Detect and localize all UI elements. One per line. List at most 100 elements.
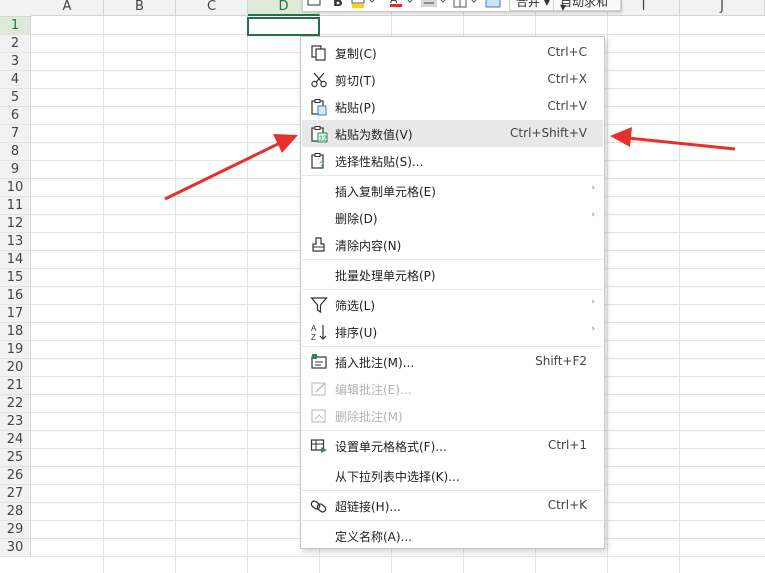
mini-toolbar: B A 合并 ▾ 自动求和 ▾ <box>302 0 622 12</box>
row-header[interactable]: 26 <box>0 467 31 485</box>
merge-button[interactable]: 合并 ▾ <box>509 0 557 11</box>
menu-item-label: 删除(D) <box>335 212 378 226</box>
menu-item-define-name[interactable]: 定义名称(A)... <box>302 522 603 549</box>
annotation-arrow-left <box>164 134 298 201</box>
column-header-b[interactable]: B <box>104 0 176 16</box>
row-header[interactable]: 25 <box>0 449 31 467</box>
menu-item-batch-process[interactable]: 批量处理单元格(P) <box>302 261 603 288</box>
menu-item-edit-comment[interactable]: 编辑批注(E)... <box>302 375 603 402</box>
row-header[interactable]: 28 <box>0 503 31 521</box>
menu-item-paste-special[interactable]: ? 选择性粘贴(S)... <box>302 147 603 174</box>
menu-item-insert-copied-cells[interactable]: 插入复制单元格(E) › <box>302 177 603 204</box>
row-header[interactable]: 7 <box>0 125 31 143</box>
menu-item-label: 插入复制单元格(E) <box>335 185 436 199</box>
menu-item-paste-values[interactable]: 12 粘贴为数值(V) Ctrl+Shift+V <box>302 120 603 147</box>
row-header[interactable]: 13 <box>0 233 31 251</box>
column-header-a[interactable]: A <box>31 0 104 16</box>
row-header[interactable]: 2 <box>0 35 31 53</box>
format-painter-icon[interactable] <box>307 0 321 10</box>
delete-comment-icon <box>311 409 326 423</box>
row-header[interactable]: 30 <box>0 539 31 557</box>
column-header-c[interactable]: C <box>176 0 248 16</box>
menu-item-label: 从下拉列表中选择(K)... <box>335 470 460 484</box>
align-icon[interactable] <box>421 0 449 10</box>
row-header[interactable]: 24 <box>0 431 31 449</box>
row-header[interactable]: 23 <box>0 413 31 431</box>
submenu-arrow-icon: › <box>591 210 595 220</box>
row-header[interactable]: 20 <box>0 359 31 377</box>
menu-item-label: 设置单元格格式(F)... <box>335 440 447 454</box>
menu-item-shortcut: Ctrl+1 <box>547 438 587 452</box>
row-header[interactable]: 11 <box>0 197 31 215</box>
menu-item-label: 粘贴(P) <box>335 101 376 115</box>
row-header[interactable]: 12 <box>0 215 31 233</box>
menu-item-paste[interactable]: 粘贴(P) Ctrl+V <box>302 93 603 120</box>
row-header[interactable]: 4 <box>0 71 31 89</box>
menu-item-label: 复制(C) <box>335 47 377 61</box>
row-header[interactable]: 5 <box>0 89 31 107</box>
row-header[interactable]: 21 <box>0 377 31 395</box>
insert-comment-icon <box>311 354 327 369</box>
row-header[interactable]: 9 <box>0 161 31 179</box>
scissors-icon <box>311 72 327 88</box>
wrap-icon[interactable] <box>485 0 503 10</box>
svg-text:A: A <box>311 324 317 333</box>
menu-item-clear-contents[interactable]: 清除内容(N) <box>302 231 603 258</box>
menu-item-insert-comment[interactable]: 插入批注(M)... Shift+F2 <box>302 348 603 375</box>
menu-item-label: 超链接(H)... <box>335 500 401 514</box>
row-header[interactable]: 10 <box>0 179 31 197</box>
menu-item-label: 批量处理单元格(P) <box>335 269 436 283</box>
menu-item-sort[interactable]: A Z 排序(U) › <box>302 318 603 345</box>
submenu-arrow-icon: › <box>591 183 595 193</box>
menu-item-filter[interactable]: 筛选(L) › <box>302 291 603 318</box>
row-header[interactable]: 3 <box>0 53 31 71</box>
row-header[interactable]: 15 <box>0 269 31 287</box>
annotation-arrow-right <box>610 127 736 151</box>
menu-item-delete-comment[interactable]: 删除批注(M) <box>302 402 603 429</box>
menu-item-hyperlink[interactable]: 超链接(H)... Ctrl+K <box>302 492 603 519</box>
menu-item-label: 编辑批注(E)... <box>335 383 412 397</box>
format-cells-icon <box>310 439 327 453</box>
row-header[interactable]: 6 <box>0 107 31 125</box>
row-header[interactable]: 19 <box>0 341 31 359</box>
font-color-icon[interactable]: A <box>389 0 417 10</box>
paste-values-icon: 12 <box>311 126 328 143</box>
menu-item-delete[interactable]: 删除(D) › <box>302 204 603 231</box>
menu-item-label: 插入批注(M)... <box>335 356 415 370</box>
menu-item-copy[interactable]: 复制(C) Ctrl+C <box>302 39 603 66</box>
row-header[interactable]: 8 <box>0 143 31 161</box>
menu-item-shortcut: Ctrl+V <box>547 99 587 113</box>
menu-item-cut[interactable]: 剪切(T) Ctrl+X <box>302 66 603 93</box>
sort-az-icon: A Z <box>311 324 327 341</box>
svg-text:Z: Z <box>311 333 316 341</box>
menu-item-label: 筛选(L) <box>335 299 376 313</box>
eraser-icon <box>312 237 325 252</box>
autosum-button[interactable]: 自动求和 ▾ <box>553 0 621 11</box>
link-icon <box>310 500 327 513</box>
row-header[interactable]: 16 <box>0 287 31 305</box>
menu-item-shortcut: Ctrl+Shift+V <box>510 126 587 140</box>
bold-icon[interactable]: B <box>333 0 343 10</box>
fill-color-icon[interactable] <box>351 0 379 10</box>
copy-icon <box>311 45 326 61</box>
row-header[interactable]: 18 <box>0 323 31 341</box>
column-header-j[interactable]: J <box>680 0 765 16</box>
active-cell-d1[interactable] <box>247 17 320 36</box>
row-header[interactable]: 17 <box>0 305 31 323</box>
menu-item-label: 定义名称(A)... <box>335 530 413 544</box>
menu-item-pick-from-list[interactable]: 从下拉列表中选择(K)... <box>302 462 603 489</box>
menu-item-shortcut: Ctrl+X <box>547 72 587 86</box>
row-header[interactable]: 22 <box>0 395 31 413</box>
menu-item-label: 粘贴为数值(V) <box>335 128 413 142</box>
row-header[interactable]: 27 <box>0 485 31 503</box>
menu-item-label: 删除批注(M) <box>335 410 403 424</box>
row-header[interactable]: 29 <box>0 521 31 539</box>
svg-text:?: ? <box>319 160 324 170</box>
borders-icon[interactable] <box>453 0 481 10</box>
submenu-arrow-icon: › <box>591 324 595 334</box>
select-all-corner[interactable] <box>0 0 32 17</box>
menu-item-format-cells[interactable]: 设置单元格格式(F)... Ctrl+1 <box>302 432 603 459</box>
row-header[interactable]: 14 <box>0 251 31 269</box>
row-header[interactable]: 1 <box>0 17 31 35</box>
context-menu: 复制(C) Ctrl+C 剪切(T) Ctrl+X 粘贴(P) Ctrl+V 1… <box>300 36 605 549</box>
